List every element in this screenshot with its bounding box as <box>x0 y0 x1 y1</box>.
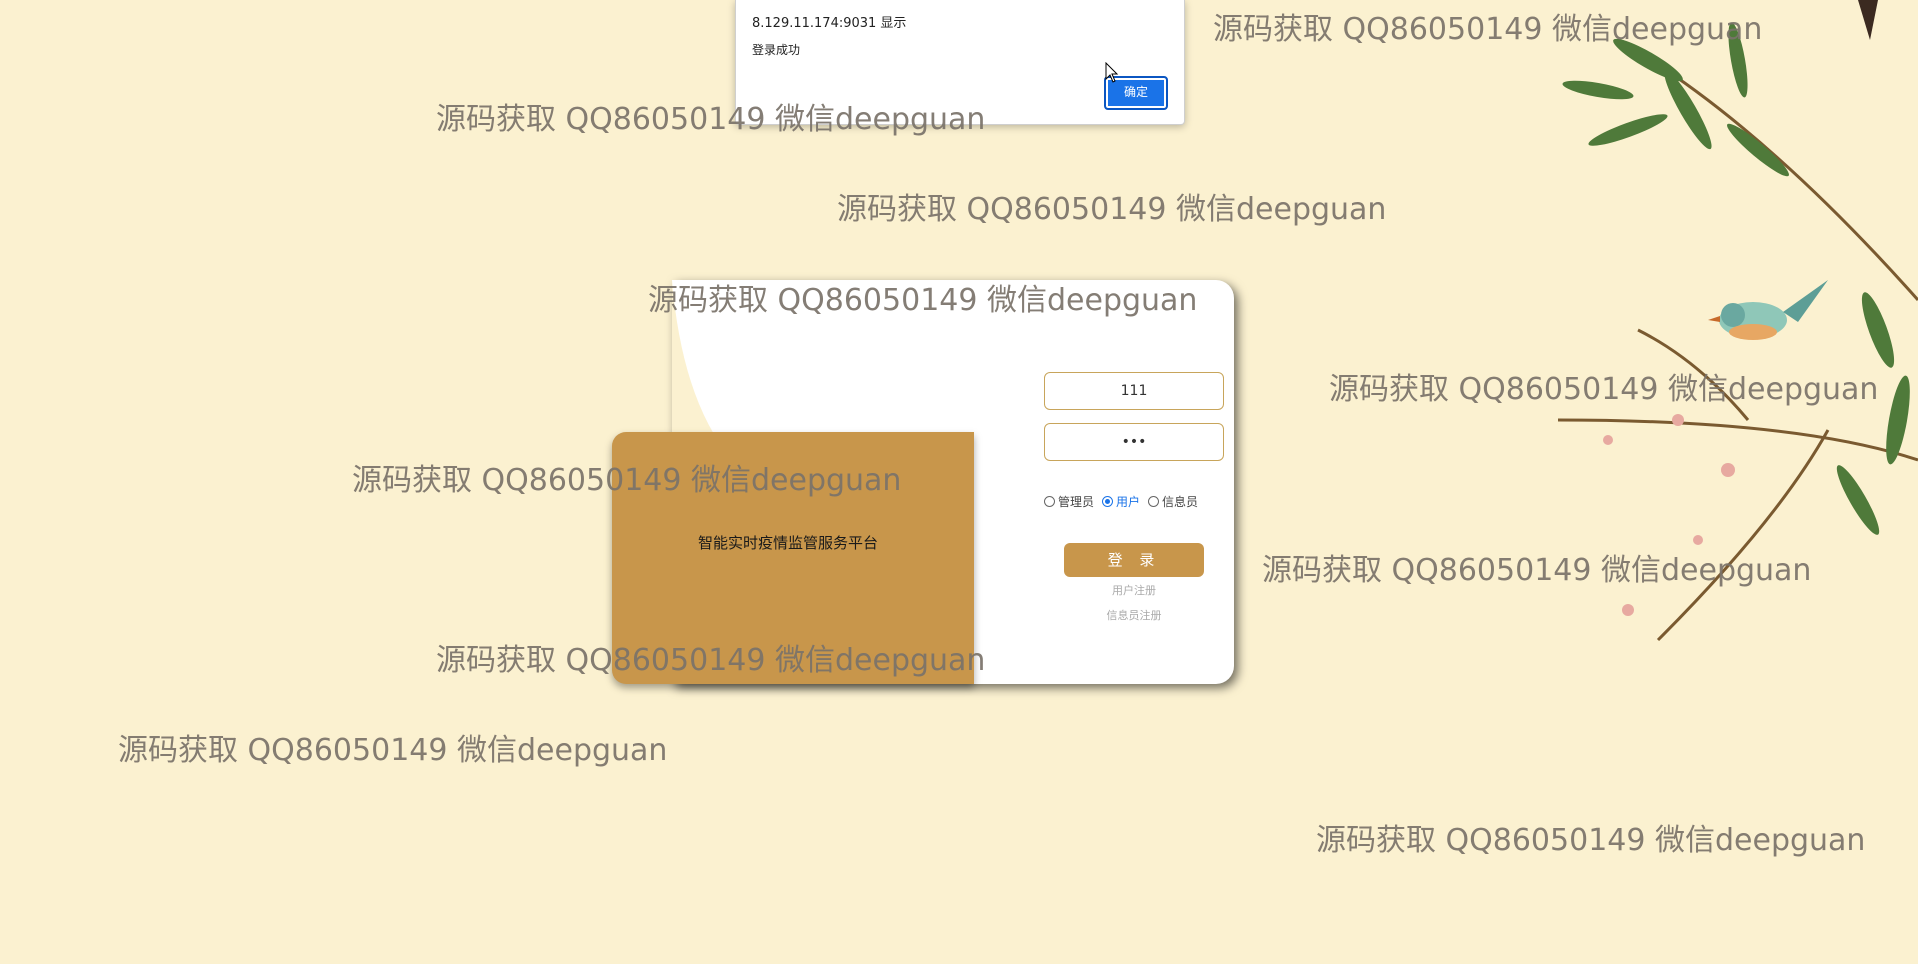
platform-title: 智能实时疫情监管服务平台 <box>698 534 879 552</box>
role-label: 信息员 <box>1162 495 1199 509</box>
role-radio-group: 管理员 用户 信息员 <box>1044 493 1198 510</box>
radio-circle-icon[interactable] <box>1102 496 1114 507</box>
alert-message: 登录成功 <box>752 43 801 57</box>
role-radio-informant[interactable]: 信息员 <box>1148 493 1198 510</box>
login-button[interactable]: 登 录 <box>1064 543 1204 577</box>
radio-circle-icon[interactable] <box>1148 496 1160 507</box>
radio-circle-icon[interactable] <box>1044 496 1055 507</box>
mouse-cursor-icon <box>1105 62 1119 83</box>
password-input[interactable] <box>1044 423 1224 461</box>
role-label: 用户 <box>1116 495 1141 509</box>
alert-origin: 8.129.11.174:9031 显示 <box>752 16 907 31</box>
login-card-gold-panel <box>612 432 974 684</box>
role-radio-admin[interactable]: 管理员 <box>1044 493 1094 510</box>
gold-curve-decoration <box>612 432 974 684</box>
register-user-link[interactable]: 用户注册 <box>1064 582 1204 598</box>
watermark: 源码获取 QQ86050149 微信deepguan <box>837 192 1387 227</box>
role-radio-user[interactable]: 用户 <box>1102 493 1140 510</box>
register-informant-link[interactable]: 信息员注册 <box>1064 607 1204 623</box>
username-input[interactable] <box>1044 372 1224 410</box>
role-label: 管理员 <box>1058 495 1095 509</box>
watermark: 源码获取 QQ86050149 微信deepguan <box>118 733 668 768</box>
watermark: 源码获取 QQ86050149 微信deepguan <box>1316 823 1866 858</box>
login-card: 管理员 用户 信息员 登 录 用户注册 信息员注册 智能实时疫情监管服务平台 <box>612 280 1234 684</box>
bamboo-bird-decoration <box>1557 0 1918 642</box>
